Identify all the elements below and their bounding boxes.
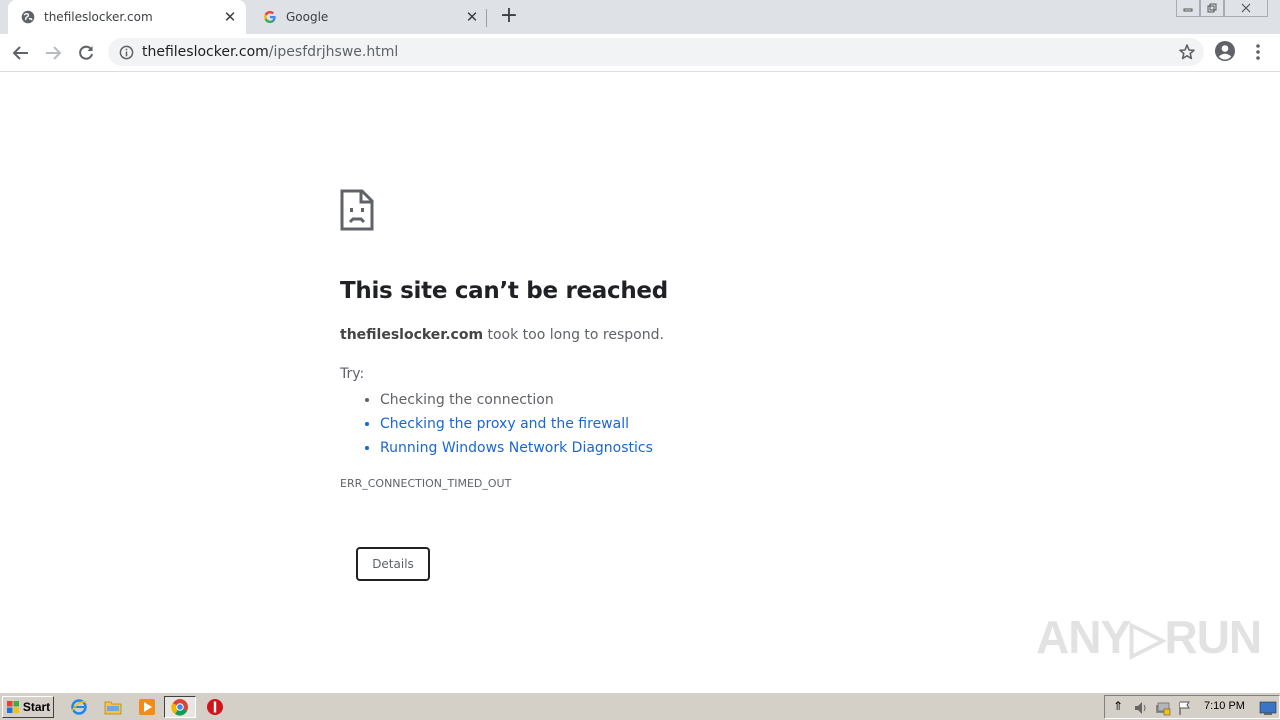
url-host: thefileslocker.com [142, 44, 269, 60]
info-icon[interactable] [118, 44, 134, 60]
back-button[interactable] [8, 40, 34, 66]
suggestion-link-proxy[interactable]: Checking the proxy and the firewall [380, 412, 653, 436]
error-title: This site can’t be reached [340, 278, 668, 304]
tab-title: Google [286, 10, 329, 24]
new-tab-button[interactable]: + [498, 5, 520, 27]
restore-button[interactable] [1200, 0, 1224, 17]
page-content: This site can’t be reached thefileslocke… [0, 72, 1280, 692]
action-center-flag-icon [1179, 701, 1190, 715]
address-bar[interactable]: thefileslocker.com/ipesfdrjhswe.html [108, 38, 1204, 66]
error-message: took too long to respond. [483, 327, 664, 343]
tab-title: thefileslocker.com [44, 10, 153, 24]
reload-button[interactable] [73, 40, 99, 66]
anyrun-watermark-logo: ANY▷RUN [1036, 611, 1262, 663]
error-description: thefileslocker.com took too long to resp… [340, 327, 664, 343]
windows-flag-icon [6, 701, 19, 713]
stop-icon[interactable] [204, 697, 226, 717]
google-icon [262, 9, 278, 25]
volume-icon [1135, 702, 1146, 714]
tab-google[interactable]: Google ✕ [250, 0, 488, 34]
windows-taskbar: Start ⇑ 7:10 PM [0, 692, 1280, 720]
forward-button[interactable] [40, 40, 66, 66]
file-explorer-icon[interactable] [102, 697, 124, 717]
try-label: Try: [340, 366, 365, 382]
error-code: ERR_CONNECTION_TIMED_OUT [340, 477, 512, 490]
window-controls [1176, 0, 1268, 18]
details-button[interactable]: Details [356, 547, 430, 581]
suggestion-list: Checking the connection Checking the pro… [380, 388, 653, 460]
start-label: Start [22, 700, 51, 714]
minimize-button[interactable] [1176, 0, 1200, 17]
tray-expand-icon[interactable]: ⇑ [1113, 699, 1123, 713]
back-arrow-icon [12, 46, 28, 60]
sad-page-icon [340, 189, 374, 231]
bookmark-star-icon[interactable] [1178, 43, 1196, 61]
url-text[interactable]: thefileslocker.com/ipesfdrjhswe.html [142, 44, 398, 60]
start-button[interactable]: Start [2, 696, 54, 718]
tab-thefileslocker[interactable]: thefileslocker.com ✕ [8, 0, 246, 34]
taskbar-clock: 7:10 PM [1204, 700, 1245, 712]
media-player-icon[interactable] [136, 697, 158, 717]
browser-toolbar: thefileslocker.com/ipesfdrjhswe.html [0, 34, 1280, 72]
error-host: thefileslocker.com [340, 327, 484, 343]
tab-strip: thefileslocker.com ✕ Google ✕ + [0, 0, 1280, 34]
globe-icon [20, 9, 36, 25]
profile-avatar-icon[interactable] [1214, 40, 1238, 64]
chrome-taskbar-icon[interactable] [164, 696, 196, 718]
more-menu-icon[interactable] [1250, 40, 1266, 64]
close-window-button[interactable] [1224, 0, 1268, 17]
suggestion-link-diagnostics[interactable]: Running Windows Network Diagnostics [380, 436, 653, 460]
forward-arrow-icon [46, 46, 62, 60]
suggestion-item: Checking the connection [380, 388, 653, 412]
tab-separator [486, 9, 487, 27]
url-path: /ipesfdrjhswe.html [268, 44, 399, 60]
reload-icon [79, 45, 93, 60]
internet-explorer-icon[interactable] [68, 697, 90, 717]
tab-close-icon[interactable]: ✕ [462, 7, 482, 27]
show-desktop-icon [1259, 701, 1277, 715]
network-icon [1156, 702, 1171, 716]
system-tray: ⇑ [1104, 695, 1280, 719]
tab-close-icon[interactable]: ✕ [220, 7, 240, 27]
